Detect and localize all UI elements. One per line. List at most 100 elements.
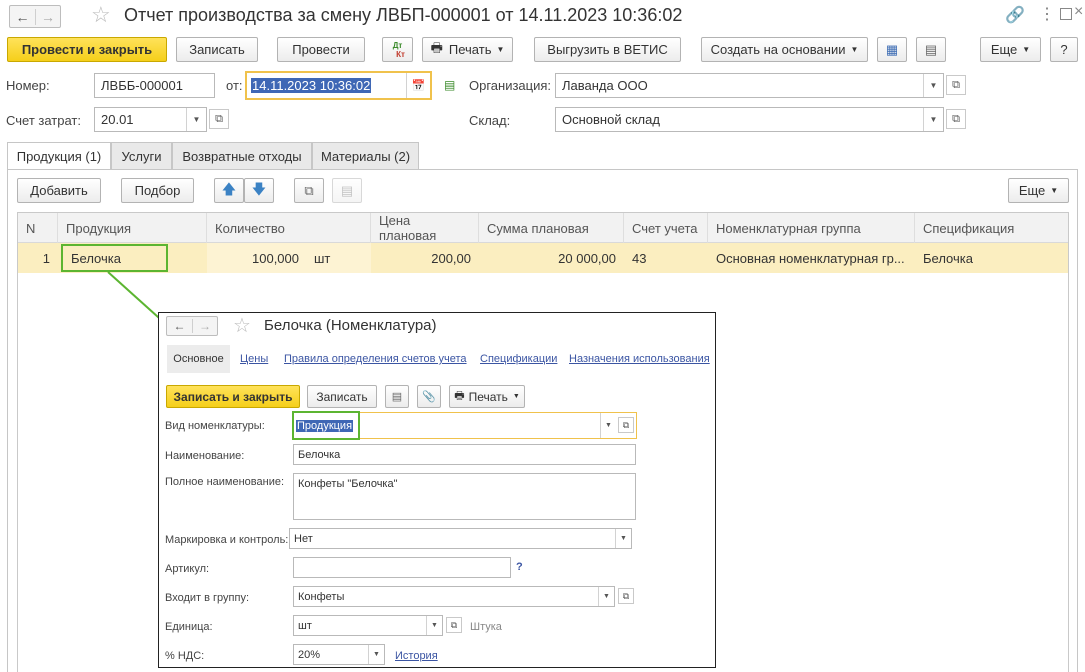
tab-returnable-waste[interactable]: Возвратные отходы <box>172 142 312 169</box>
card-tab-main[interactable]: Основное <box>167 345 230 373</box>
article-help-icon[interactable]: ? <box>516 561 523 573</box>
forward-icon[interactable]: → <box>35 8 60 25</box>
vetis-export-button[interactable]: Выгрузить в ВЕТИС <box>534 37 681 62</box>
col-product[interactable]: Продукция <box>58 213 207 243</box>
tab-services[interactable]: Услуги <box>111 142 172 169</box>
close-icon[interactable]: × <box>1074 3 1083 21</box>
col-plan-sum-label: Сумма плановая <box>487 220 589 236</box>
post-and-close-button[interactable]: Провести и закрыть <box>7 37 167 62</box>
back-icon[interactable]: ← <box>10 9 35 25</box>
print-label: Печать <box>448 42 492 57</box>
organization-field[interactable]: Лаванда ООО ▼ <box>555 73 944 98</box>
vat-history-link[interactable]: История <box>395 650 438 662</box>
help-button[interactable]: ? <box>1050 37 1078 62</box>
card-link-usage[interactable]: Назначения использования <box>569 353 710 365</box>
col-specification[interactable]: Спецификация <box>915 213 1068 243</box>
move-down-button[interactable]: 🡇 <box>244 178 274 203</box>
number-field[interactable]: ЛВББ-000001 <box>94 73 215 98</box>
chevron-down-icon[interactable]: ▼ <box>426 616 442 635</box>
warehouse-value: Основной склад <box>562 112 660 127</box>
copy-button[interactable]: ⧉ <box>294 178 324 203</box>
save-button[interactable]: Записать <box>176 37 258 62</box>
cell-unit[interactable]: шт <box>306 243 366 273</box>
maximize-icon[interactable] <box>1060 8 1072 20</box>
chevron-down-icon[interactable]: ▼ <box>368 645 384 664</box>
cell-quantity[interactable]: 100,000 <box>207 243 307 273</box>
full-name-field[interactable]: Конфеты "Белочка" <box>293 473 636 520</box>
favorite-star-icon[interactable]: ☆ <box>91 2 111 28</box>
pick-button[interactable]: Подбор <box>121 178 194 203</box>
more-button[interactable]: Еще ▼ <box>980 37 1041 62</box>
chevron-down-icon[interactable]: ▼ <box>923 74 943 97</box>
table-more-label: Еще <box>1018 183 1046 198</box>
cell-plan-sum[interactable]: 20 000,00 <box>479 243 624 273</box>
open-warehouse-icon[interactable]: ⧉ <box>946 109 966 129</box>
report-button[interactable]: ▤ <box>916 37 946 62</box>
open-organization-icon[interactable]: ⧉ <box>946 75 966 95</box>
card-save-button[interactable]: Записать <box>307 385 377 408</box>
card-favorite-star-icon[interactable]: ☆ <box>233 313 251 338</box>
more-vertical-icon[interactable]: ⋮ <box>1039 4 1055 24</box>
col-quantity[interactable]: Количество <box>207 213 371 243</box>
tab-products[interactable]: Продукция (1) <box>7 142 111 170</box>
chevron-down-icon: ▼ <box>496 45 505 54</box>
unit-field[interactable]: шт ▼ <box>293 615 443 636</box>
card-forward-icon[interactable]: → <box>192 319 217 333</box>
col-n[interactable]: N <box>18 213 58 243</box>
cell-plan-price[interactable]: 200,00 <box>371 243 479 273</box>
card-link-specifications[interactable]: Спецификации <box>480 353 557 365</box>
article-field[interactable] <box>293 557 511 578</box>
card-title: Белочка (Номенклатура) <box>264 317 437 334</box>
table-more-button[interactable]: Еще ▼ <box>1008 178 1069 203</box>
chevron-down-icon[interactable]: ▼ <box>598 587 614 606</box>
card-back-icon[interactable]: ← <box>167 319 192 333</box>
full-name-value: Конфеты "Белочка" <box>298 478 398 490</box>
post-button[interactable]: Провести <box>277 37 365 62</box>
cell-specification[interactable]: Белочка <box>915 243 1068 273</box>
open-account-icon[interactable]: ⧉ <box>209 109 229 129</box>
warehouse-field[interactable]: Основной склад ▼ <box>555 107 944 132</box>
group-field[interactable]: Конфеты ▼ <box>293 586 615 607</box>
chevron-down-icon[interactable]: ▼ <box>615 529 631 548</box>
card-link-prices[interactable]: Цены <box>240 353 268 365</box>
card-print-label: Печать <box>468 389 508 404</box>
card-report-button[interactable]: ▤ <box>385 385 409 408</box>
create-based-button[interactable]: Создать на основании ▼ <box>701 37 868 62</box>
cell-nomenclature-group[interactable]: Основная номенклатурная гр... <box>708 243 915 273</box>
card-attach-button[interactable]: 📎 <box>417 385 441 408</box>
link-icon[interactable]: 🔗 <box>1005 5 1025 25</box>
printer-icon: 🖶 <box>430 39 443 55</box>
cost-account-field[interactable]: 20.01 ▼ <box>94 107 207 132</box>
open-group-icon[interactable]: ⧉ <box>618 588 634 604</box>
print-button[interactable]: 🖶 Печать ▼ <box>422 37 513 62</box>
card-print-button[interactable]: 🖶 Печать ▼ <box>449 385 525 408</box>
kind-field[interactable]: Продукция ▼ ⧉ <box>292 411 637 440</box>
move-up-button[interactable]: 🡅 <box>214 178 244 203</box>
col-plan-price-label: Цена плановая <box>379 213 437 243</box>
group-label: Входит в группу: <box>165 592 249 604</box>
chevron-down-icon[interactable]: ▼ <box>923 108 943 131</box>
col-plan-price[interactable]: Цена плановая <box>371 213 479 243</box>
marking-field[interactable]: Нет ▼ <box>289 528 632 549</box>
tab-materials[interactable]: Материалы (2) <box>312 142 419 169</box>
vat-field[interactable]: 20% ▼ <box>293 644 385 665</box>
card-link-account-rules[interactable]: Правила определения счетов учета <box>284 353 467 365</box>
calendar-icon[interactable]: 📅 <box>406 73 430 98</box>
col-account[interactable]: Счет учета <box>624 213 708 243</box>
name-field[interactable]: Белочка <box>293 444 636 465</box>
add-row-button[interactable]: Добавить <box>17 178 101 203</box>
arrow-up-icon: 🡅 <box>221 180 237 197</box>
card-save-close-button[interactable]: Записать и закрыть <box>166 385 300 408</box>
date-field[interactable]: 14.11.2023 10:36:02 📅 <box>245 71 432 100</box>
open-unit-icon[interactable]: ⧉ <box>446 617 462 633</box>
col-plan-sum[interactable]: Сумма плановая <box>479 213 624 243</box>
organization-label: Организация: <box>469 78 552 93</box>
cell-account[interactable]: 43 <box>624 243 708 273</box>
open-kind-icon[interactable]: ⧉ <box>618 417 634 433</box>
paste-button[interactable]: ▤ <box>332 178 362 203</box>
dt-kt-button[interactable]: Дт Кт <box>382 37 413 62</box>
col-nomenclature-group[interactable]: Номенклатурная группа <box>708 213 915 243</box>
chevron-down-icon[interactable]: ▼ <box>186 108 206 131</box>
chevron-down-icon[interactable]: ▼ <box>600 413 616 438</box>
structure-button[interactable]: ▦ <box>877 37 907 62</box>
